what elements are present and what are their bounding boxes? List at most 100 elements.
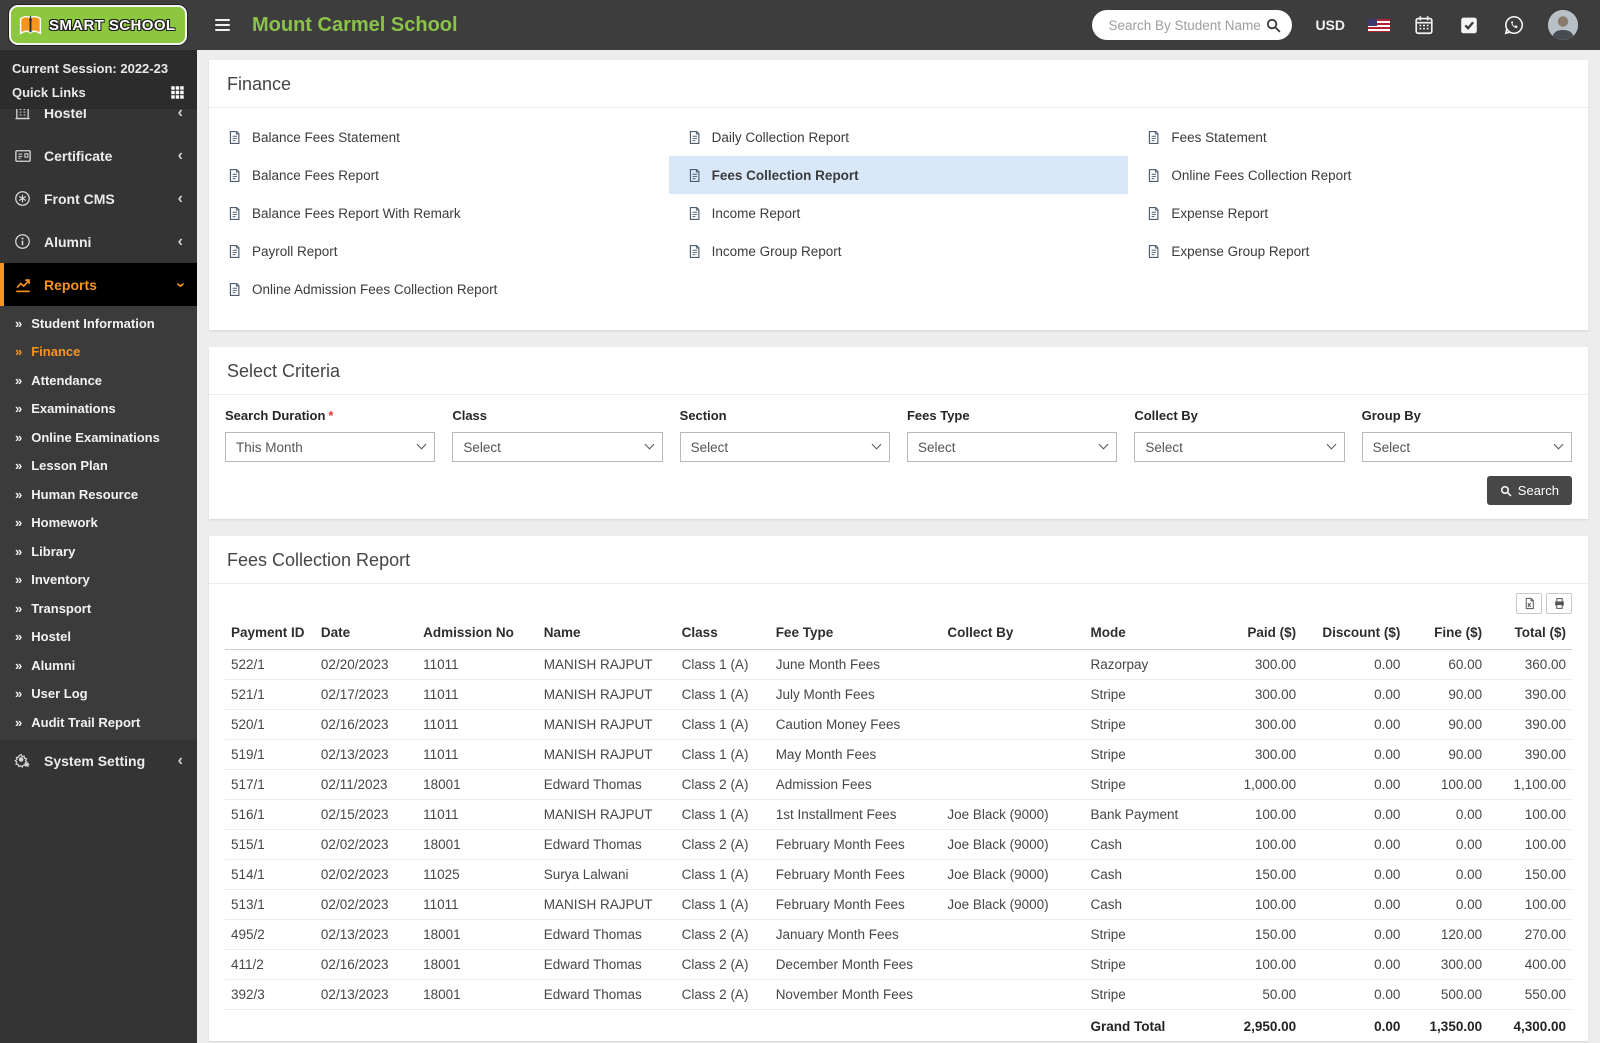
whatsapp-icon[interactable] [1503,14,1525,36]
link-daily-collection-report[interactable]: Daily Collection Report [669,118,1129,156]
hamburger-menu-icon[interactable] [211,15,234,36]
cell: Class 1 (A) [676,890,770,920]
search-icon[interactable] [1265,17,1282,34]
cell: 522/1 [225,650,315,680]
finance-links-column: Daily Collection ReportFees Collection R… [669,118,1129,308]
cell: Edward Thomas [538,980,676,1010]
search-duration-select[interactable]: This Month [225,432,435,462]
grand-total-cell [417,1010,538,1042]
cell: MANISH RAJPUT [538,800,676,830]
cell: 521/1 [225,680,315,710]
cell [941,770,1084,800]
us-flag-icon[interactable] [1368,19,1390,32]
cell: 60.00 [1406,650,1488,680]
cell: 300.00 [1406,950,1488,980]
submenu-item-finance[interactable]: »Finance [0,338,197,367]
submenu-item-inventory[interactable]: »Inventory [0,566,197,595]
submenu-item-student-information[interactable]: »Student Information [0,309,197,338]
submenu-item-transport[interactable]: »Transport [0,594,197,623]
calendar-icon[interactable] [1413,14,1435,36]
double-arrow-icon: » [15,686,22,701]
gears-icon [14,752,32,770]
collect-by-select[interactable]: Select [1134,432,1344,462]
submenu-item-homework[interactable]: »Homework [0,509,197,538]
submenu-item-audit-trail-report[interactable]: »Audit Trail Report [0,708,197,737]
double-arrow-icon: » [15,401,22,416]
field-group-by: Group BySelect [1362,408,1572,462]
cell: 411/2 [225,950,315,980]
print-icon[interactable] [1546,593,1572,614]
cell: 0.00 [1302,860,1406,890]
document-icon [1146,168,1161,183]
cell: Class 2 (A) [676,830,770,860]
cell: Surya Lalwani [538,860,676,890]
cell: January Month Fees [770,920,942,950]
finance-card-title: Finance [209,60,1588,107]
cell: Class 1 (A) [676,860,770,890]
double-arrow-icon: » [15,373,22,388]
link-expense-group-report[interactable]: Expense Group Report [1128,232,1588,270]
cell: MANISH RAJPUT [538,710,676,740]
submenu-item-label: Audit Trail Report [31,715,140,730]
currency-selector[interactable]: USD [1315,17,1345,33]
sidebar-item-front-cms[interactable]: Front CMS‹ [0,177,197,220]
cell: 02/17/2023 [315,680,417,710]
cell: 0.00 [1302,950,1406,980]
submenu-item-alumni[interactable]: »Alumni [0,651,197,680]
submenu-item-hostel[interactable]: »Hostel [0,623,197,652]
link-fees-collection-report[interactable]: Fees Collection Report [669,156,1129,194]
cell [941,710,1084,740]
cell: 90.00 [1406,740,1488,770]
submenu-item-online-examinations[interactable]: »Online Examinations [0,423,197,452]
field-fees-type: Fees TypeSelect [907,408,1117,462]
sidebar-item-certificate[interactable]: Certificate‹ [0,134,197,177]
user-avatar[interactable] [1548,10,1578,40]
cell: 360.00 [1488,650,1572,680]
link-fees-statement[interactable]: Fees Statement [1128,118,1588,156]
link-balance-fees-report[interactable]: Balance Fees Report [209,156,669,194]
sidebar-item-label: System Setting [44,753,145,769]
cell: Joe Black (9000) [941,830,1084,860]
document-icon [1146,206,1161,221]
smart-school-logo[interactable]: SMART SCHOOL [9,5,187,45]
submenu-item-lesson-plan[interactable]: »Lesson Plan [0,452,197,481]
sidebar-item-reports[interactable]: Reports‹ [0,263,197,306]
search-button[interactable]: Search [1487,476,1572,505]
link-income-group-report[interactable]: Income Group Report [669,232,1129,270]
table-row: 519/102/13/202311011MANISH RAJPUTClass 1… [225,740,1572,770]
link-balance-fees-report-with-remark[interactable]: Balance Fees Report With Remark [209,194,669,232]
submenu-item-user-log[interactable]: »User Log [0,680,197,709]
task-check-icon[interactable] [1458,14,1480,36]
cell: MANISH RAJPUT [538,890,676,920]
link-payroll-report[interactable]: Payroll Report [209,232,669,270]
group-by-select[interactable]: Select [1362,432,1572,462]
cell: MANISH RAJPUT [538,650,676,680]
submenu-item-library[interactable]: »Library [0,537,197,566]
link-balance-fees-statement[interactable]: Balance Fees Statement [209,118,669,156]
search-input[interactable] [1106,17,1265,34]
link-online-fees-collection-report[interactable]: Online Fees Collection Report [1128,156,1588,194]
excel-export-icon[interactable] [1516,593,1542,614]
submenu-item-attendance[interactable]: » Attendance [0,366,197,395]
section-select[interactable]: Select [680,432,890,462]
cell: 02/16/2023 [315,710,417,740]
link-income-report[interactable]: Income Report [669,194,1129,232]
submenu-item-examinations[interactable]: »Examinations [0,395,197,424]
quick-links[interactable]: Quick Links [0,79,197,109]
class-select[interactable]: Select [452,432,662,462]
report-card-title: Fees Collection Report [209,536,1588,583]
submenu-item-label: Attendance [31,373,102,388]
link-online-admission-fees-collection-report[interactable]: Online Admission Fees Collection Report [209,270,669,308]
sidebar-item-alumni[interactable]: Alumni‹ [0,220,197,263]
cell: 100.00 [1205,800,1302,830]
link-expense-report[interactable]: Expense Report [1128,194,1588,232]
grand-total-cell: 0.00 [1302,1010,1406,1042]
fees-type-select[interactable]: Select [907,432,1117,462]
submenu-item-human-resource[interactable]: »Human Resource [0,480,197,509]
sidebar-item-system-setting[interactable]: System Setting‹ [0,740,197,783]
cell: 0.00 [1406,830,1488,860]
fees-report-card: Fees Collection Report [209,536,1588,1041]
table-row: 516/102/15/202311011MANISH RAJPUTClass 1… [225,800,1572,830]
column-header-name: Name [538,616,676,650]
cell: 02/02/2023 [315,860,417,890]
